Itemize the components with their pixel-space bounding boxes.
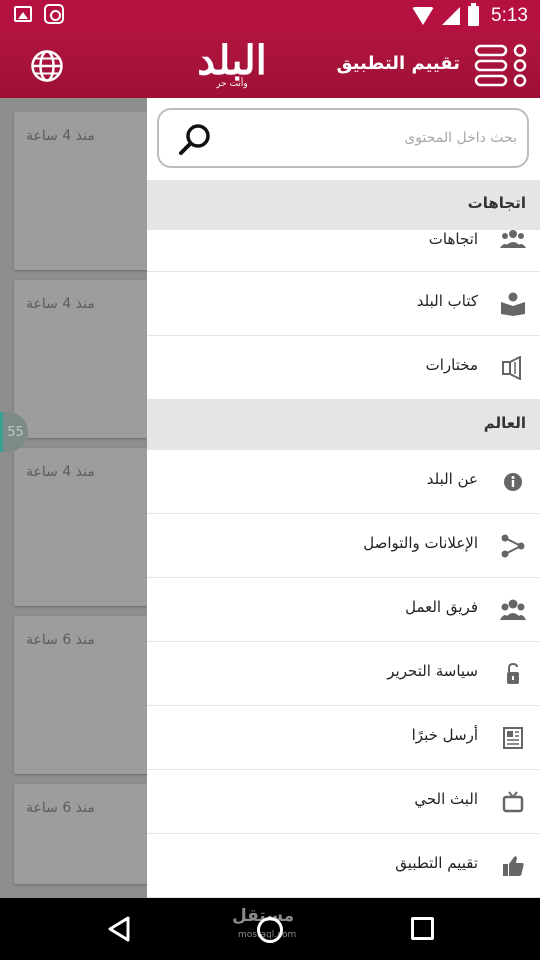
card-time: منذ 4 ساعة <box>26 464 95 480</box>
instagram-icon <box>44 4 64 24</box>
app-bar: البلد وأنت حر تقييم التطبيق <box>0 33 540 98</box>
section-header-trends: اتجاهات <box>147 180 540 230</box>
section-title: العالم <box>483 414 526 432</box>
search-area <box>147 98 540 180</box>
drawer-item-live-stream[interactable]: البث الحي <box>147 770 540 834</box>
drawer-item-label: عن البلد <box>426 470 478 488</box>
info-icon <box>504 473 522 491</box>
back-icon[interactable] <box>106 915 132 943</box>
section-title: اتجاهات <box>467 194 526 212</box>
drawer-item-label: تقييم التطبيق <box>395 854 478 872</box>
system-nav-bar: مستقل mostaql.com <box>0 898 540 960</box>
speaker-icon <box>502 356 521 380</box>
thumbs-up-icon <box>503 856 524 876</box>
reader-icon <box>501 292 525 316</box>
news-icon <box>503 727 523 749</box>
drawer-item-label: اتجاهات <box>428 230 478 248</box>
globe-icon[interactable] <box>30 49 64 83</box>
drawer-item-trends[interactable]: اتجاهات <box>147 230 540 272</box>
drawer-item-send-news[interactable]: أرسل خبرًا <box>147 706 540 770</box>
logo-text: البلد <box>197 37 267 84</box>
app-logo: البلد وأنت حر <box>182 39 282 91</box>
status-time: 5:13 <box>491 5 528 26</box>
home-icon[interactable] <box>257 917 283 943</box>
section-header-world: العالم <box>147 400 540 450</box>
drawer-item-label: البث الحي <box>414 790 478 808</box>
drawer-item-label: كتاب البلد <box>416 292 478 310</box>
drawer-item-about[interactable]: عن البلد <box>147 450 540 514</box>
search-box <box>157 108 529 168</box>
drawer-item-label: الإعلانات والتواصل <box>363 534 478 552</box>
drawer-item-label: فريق العمل <box>405 598 478 616</box>
lock-icon <box>507 662 519 684</box>
card-time: منذ 6 ساعة <box>26 632 95 648</box>
card-time: منذ 4 ساعة <box>26 128 95 144</box>
recent-apps-icon[interactable] <box>411 917 434 940</box>
menu-icon[interactable] <box>474 43 530 89</box>
search-icon[interactable] <box>177 122 213 158</box>
drawer-item-team[interactable]: فريق العمل <box>147 578 540 642</box>
group-icon <box>500 230 526 248</box>
wifi-icon <box>412 7 435 25</box>
app-bar-title: تقييم التطبيق <box>336 53 460 74</box>
tv-icon <box>502 791 524 813</box>
team-icon <box>500 599 526 620</box>
drawer-item-label: مختارات <box>425 356 478 374</box>
share-icon <box>501 534 525 558</box>
status-bar: 5:13 <box>0 0 540 33</box>
drawer-item-label: سياسة التحرير <box>387 662 478 680</box>
signal-icon <box>442 7 461 25</box>
search-input[interactable] <box>217 124 517 152</box>
card-time: منذ 6 ساعة <box>26 800 95 816</box>
navigation-drawer: اتجاهات اتجاهات كتاب البلد مختارات العال… <box>147 98 540 898</box>
card-time: منذ 4 ساعة <box>26 296 95 312</box>
battery-icon <box>468 3 480 26</box>
drawer-item-selections[interactable]: مختارات <box>147 336 540 400</box>
image-icon <box>14 6 32 22</box>
drawer-item-label: أرسل خبرًا <box>411 726 478 744</box>
drawer-item-rate-app[interactable]: تقييم التطبيق <box>147 834 540 898</box>
drawer-item-editorial-policy[interactable]: سياسة التحرير <box>147 642 540 706</box>
drawer-item-ads-contact[interactable]: الإعلانات والتواصل <box>147 514 540 578</box>
drawer-item-writers[interactable]: كتاب البلد <box>147 272 540 336</box>
